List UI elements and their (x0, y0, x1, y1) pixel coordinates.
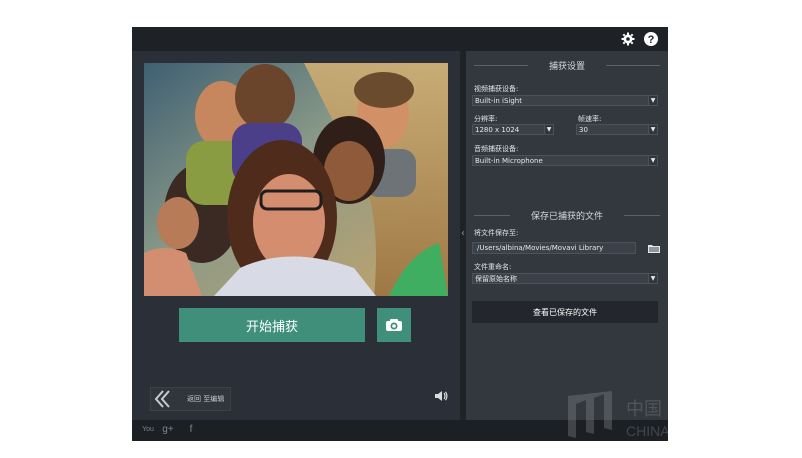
view-saved-files-label: 查看已保存的文件 (533, 307, 597, 317)
capture-settings-title: 捕获设置 (548, 62, 585, 72)
audio-device-label: 音频捕获设备: (474, 145, 519, 153)
heading-rule-right (624, 215, 660, 216)
back-to-editor-label: 返回 至编辑 (187, 395, 225, 403)
capture-settings-heading: 捕获设置 (474, 59, 660, 72)
dropdown-arrow-icon: ▼ (648, 125, 657, 134)
dropdown-arrow-icon: ▼ (648, 274, 657, 283)
resolution-label: 分辨率: (474, 115, 498, 123)
google-plus-icon[interactable]: g+ (162, 424, 174, 436)
svg-text:?: ? (648, 34, 655, 46)
resolution-select[interactable]: 1280 x 1024 ▼ (472, 124, 554, 135)
title-bar: ? (132, 27, 668, 51)
frame-rate-label: 帧速率: (578, 115, 602, 123)
save-files-title: 保存已捕获的文件 (530, 212, 603, 222)
watermark-cn-text: 中国 (626, 399, 662, 420)
question-icon[interactable]: ? (643, 31, 659, 47)
video-device-label: 视频捕获设备: (474, 85, 519, 93)
frame-rate-value: 30 (579, 126, 588, 134)
save-files-heading: 保存已捕获的文件 (474, 209, 660, 222)
start-capture-button[interactable]: 开始捕获 (179, 308, 365, 342)
heading-rule-left (474, 65, 528, 66)
audio-device-value: Built-in Microphone (475, 157, 543, 165)
start-capture-label: 开始捕获 (245, 319, 298, 335)
webcam-preview-image (144, 63, 448, 296)
capture-preview-pane: 开始捕获 返回 至编辑 (132, 51, 460, 420)
camera-icon (386, 319, 402, 331)
naming-value: 保留原始名称 (475, 275, 517, 283)
youtube-icon[interactable]: You (142, 424, 154, 436)
speaker-icon[interactable] (434, 389, 448, 403)
dropdown-arrow-icon: ▼ (648, 156, 657, 165)
cropped-heading-fragment (0, 0, 160, 6)
webcam-preview (144, 63, 448, 296)
double-chevron-left-icon (154, 390, 170, 408)
dropdown-arrow-icon: ▼ (648, 96, 657, 105)
save-path-value: /Users/albina/Movies/Movavi Library (477, 244, 604, 252)
watermark-en-text: CHINA (626, 423, 668, 439)
facebook-icon[interactable]: f (185, 424, 197, 436)
settings-pane: 捕获设置 视频捕获设备: Built-in iSight ▼ 分辨率: 帧速率:… (466, 51, 668, 420)
capture-window: ? 开始捕获 返回 至编辑 ‹ 捕获设置 视频捕获设备: Built-in iS… (132, 27, 668, 441)
heading-rule-left (474, 215, 510, 216)
frame-rate-select[interactable]: 30 ▼ (576, 124, 658, 135)
audio-device-select[interactable]: Built-in Microphone ▼ (472, 155, 658, 166)
snapshot-button[interactable] (377, 308, 411, 342)
view-saved-files-button[interactable]: 查看已保存的文件 (472, 301, 658, 323)
folder-icon[interactable] (648, 243, 660, 253)
naming-label: 文件重命名: (474, 263, 512, 271)
resolution-value: 1280 x 1024 (475, 126, 520, 134)
back-to-editor-button[interactable]: 返回 至编辑 (150, 387, 231, 411)
save-path-field[interactable]: /Users/albina/Movies/Movavi Library (472, 242, 636, 254)
gear-icon[interactable] (620, 31, 636, 47)
video-device-select[interactable]: Built-in iSight ▼ (472, 95, 658, 106)
heading-rule-right (606, 65, 660, 66)
china-watermark: 中国 CHINA (568, 391, 668, 439)
naming-select[interactable]: 保留原始名称 ▼ (472, 273, 658, 284)
page: ? 开始捕获 返回 至编辑 ‹ 捕获设置 视频捕获设备: Built-in iS… (0, 0, 802, 458)
dropdown-arrow-icon: ▼ (544, 125, 553, 134)
video-device-value: Built-in iSight (475, 97, 522, 105)
save-to-label: 将文件保存至: (474, 229, 519, 237)
